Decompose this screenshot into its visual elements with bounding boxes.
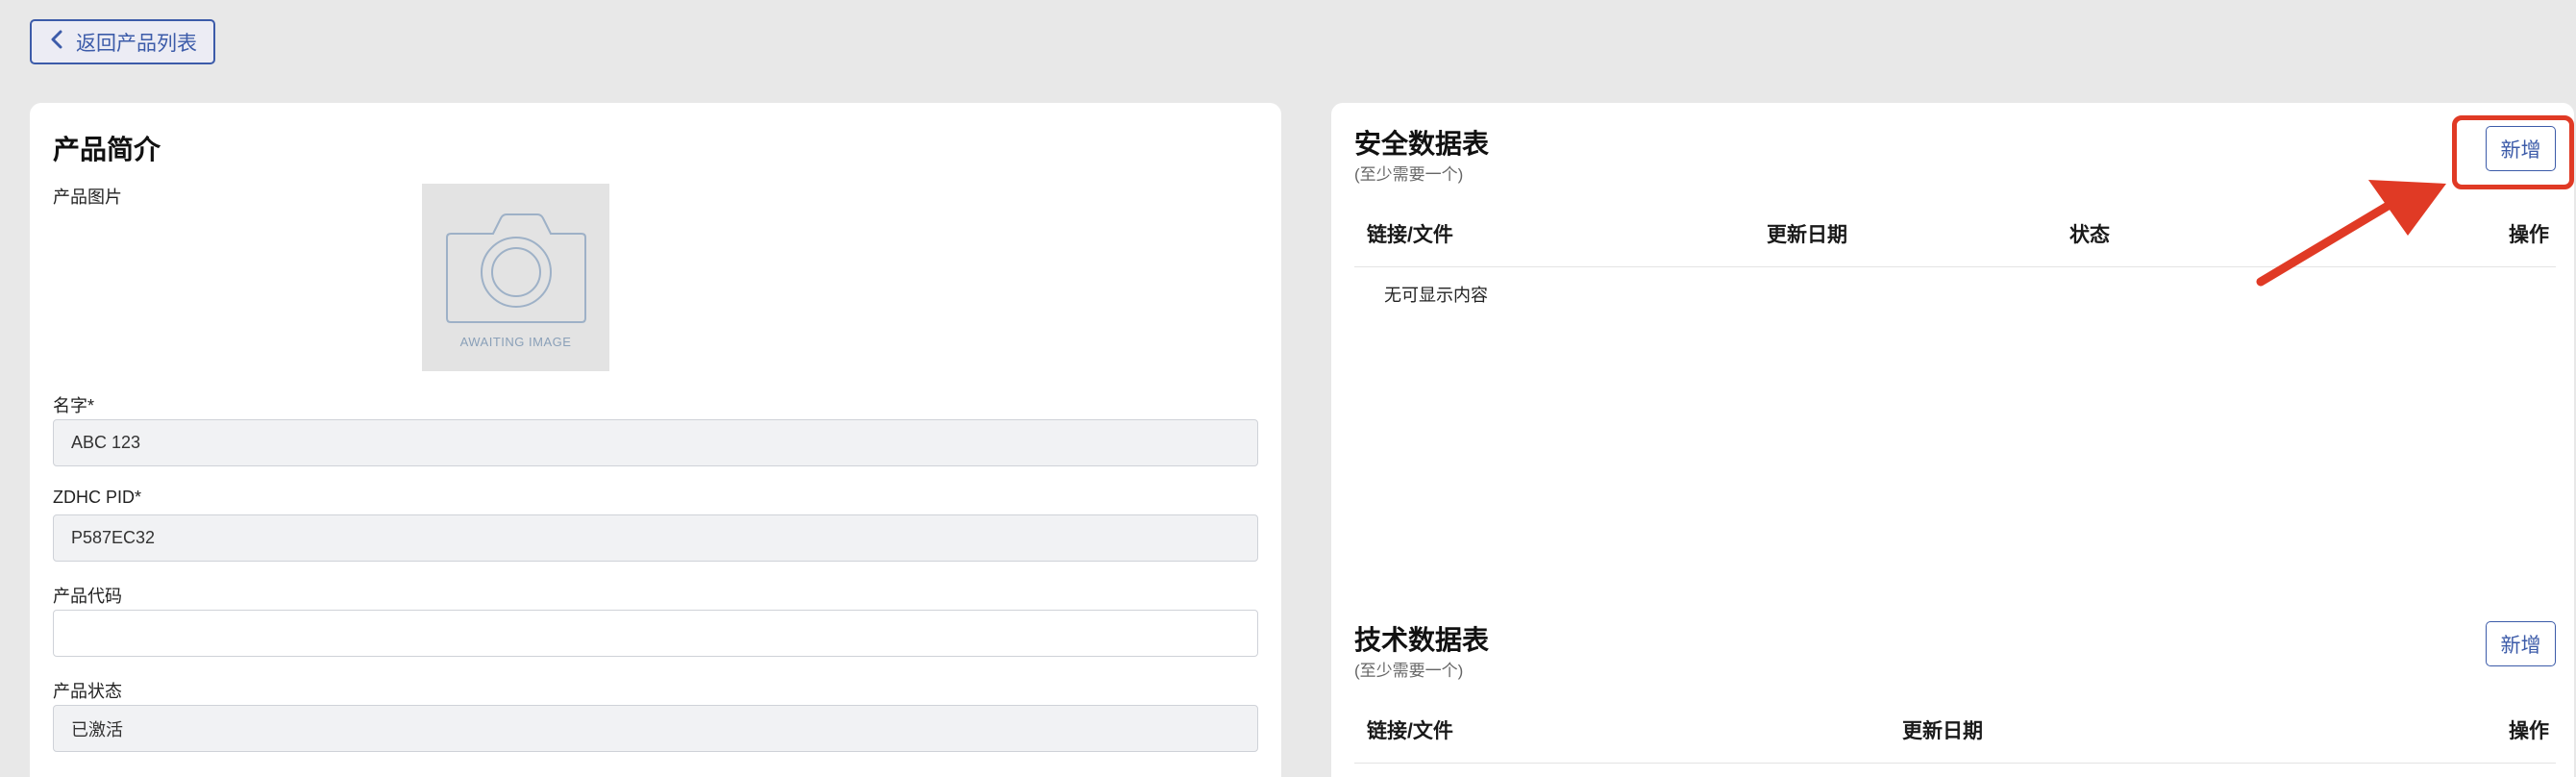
tech-col-actions: 操作 — [2509, 720, 2549, 742]
chevron-left-icon — [49, 30, 64, 55]
back-to-product-list-button[interactable]: 返回产品列表 — [30, 19, 215, 64]
safety-table-divider — [1354, 266, 2556, 267]
product-code-field[interactable] — [53, 610, 1258, 657]
safety-col-update-date: 更新日期 — [1767, 224, 1847, 246]
product-code-field-label: 产品代码 — [53, 587, 122, 606]
tech-sheet-title: 技术数据表 — [1354, 625, 1490, 655]
product-status-field-label: 产品状态 — [53, 682, 122, 701]
product-intro-card: 产品简介 产品图片 AWAITING IMAGE 名字* ABC 123 ZDH… — [30, 103, 1281, 777]
safety-sheet-title: 安全数据表 — [1354, 129, 1490, 159]
tech-col-update-date: 更新日期 — [1902, 720, 1983, 742]
name-field-label: 名字* — [53, 396, 95, 415]
product-intro-title: 产品简介 — [53, 135, 161, 164]
safety-col-link-file: 链接/文件 — [1367, 224, 1453, 246]
product-image-placeholder[interactable]: AWAITING IMAGE — [422, 184, 609, 371]
product-status-field[interactable]: 已激活 — [53, 705, 1258, 752]
tech-sheet-subtitle: (至少需要一个) — [1354, 662, 1464, 680]
safety-empty-text: 无可显示内容 — [1384, 286, 1488, 305]
data-sheets-card: 安全数据表 (至少需要一个) 新增 链接/文件 更新日期 状态 操作 无可显示内… — [1331, 103, 2574, 777]
tech-table-divider — [1354, 763, 2556, 764]
camera-icon — [443, 184, 589, 329]
product-image-label: 产品图片 — [53, 188, 122, 207]
safety-col-status: 状态 — [2069, 224, 2110, 246]
back-button-label: 返回产品列表 — [76, 32, 197, 55]
name-field[interactable]: ABC 123 — [53, 419, 1258, 466]
awaiting-image-text: AWAITING IMAGE — [459, 335, 572, 349]
annotation-highlight-box — [2452, 115, 2574, 189]
zdhc-pid-field-label: ZDHC PID* — [53, 488, 142, 507]
safety-col-actions: 操作 — [2509, 224, 2549, 246]
safety-sheet-subtitle: (至少需要一个) — [1354, 165, 1464, 184]
tech-col-link-file: 链接/文件 — [1367, 720, 1453, 742]
zdhc-pid-field[interactable]: P587EC32 — [53, 514, 1258, 562]
tech-sheet-add-button[interactable]: 新增 — [2486, 621, 2556, 666]
